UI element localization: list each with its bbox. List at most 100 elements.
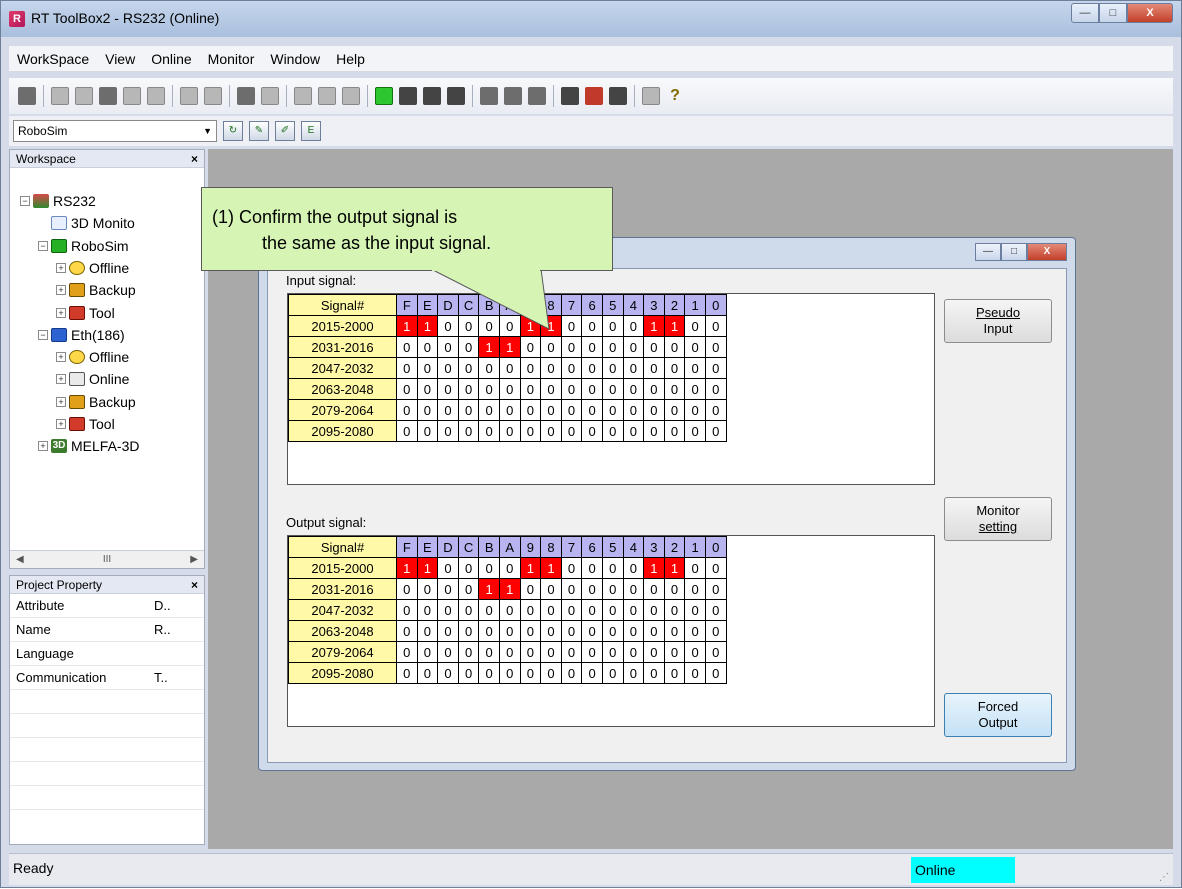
signal-bit-cell[interactable]: 0 [622, 557, 645, 579]
signal-bit-cell[interactable]: 0 [622, 357, 645, 379]
signal-bit-cell[interactable]: 0 [560, 315, 583, 337]
tree-item[interactable]: − RS232 [20, 190, 96, 212]
program-icon[interactable] [237, 87, 255, 105]
refresh-icon[interactable]: ↻ [223, 121, 243, 141]
scroll-thumb[interactable]: III [103, 554, 111, 565]
signal-bit-cell[interactable]: 0 [581, 662, 603, 684]
signal-bit-cell[interactable]: 0 [437, 662, 459, 684]
check-icon[interactable] [294, 87, 312, 105]
signal-bit-cell[interactable]: 0 [437, 315, 459, 337]
signal-bit-cell[interactable]: 0 [540, 578, 562, 600]
signal-bit-cell[interactable]: 1 [519, 315, 542, 337]
expand-toggle-icon[interactable]: + [56, 285, 66, 296]
signal-bit-cell[interactable]: 0 [519, 336, 542, 358]
signal-bit-cell[interactable]: 0 [540, 662, 562, 684]
signal-bit-cell[interactable]: 0 [601, 399, 624, 421]
tools-icon[interactable]: ✐ [275, 121, 295, 141]
signal-bit-cell[interactable]: 0 [478, 399, 500, 421]
signal-bit-cell[interactable]: 0 [416, 420, 439, 442]
signal-bit-cell[interactable]: 0 [457, 336, 480, 358]
child-maximize-button[interactable]: □ [1001, 243, 1027, 261]
close-icon[interactable]: × [191, 578, 198, 592]
property-row[interactable]: Name R.. [10, 618, 204, 642]
signal-bit-cell[interactable]: 0 [622, 315, 645, 337]
paste-icon[interactable] [99, 87, 117, 105]
signal-bit-cell[interactable]: 0 [663, 357, 686, 379]
robot-online-icon[interactable] [375, 87, 393, 105]
signal-bit-cell[interactable]: 0 [663, 620, 686, 642]
tree-item[interactable]: + Backup [56, 279, 136, 301]
tree-item[interactable]: +3D MELFA-3D [38, 435, 139, 457]
signal-bit-cell[interactable]: 0 [704, 357, 727, 379]
signal-bit-cell[interactable]: 0 [396, 378, 418, 400]
signal-bit-cell[interactable]: 0 [663, 641, 686, 663]
print-icon[interactable] [642, 87, 660, 105]
menu-monitor[interactable]: Monitor [200, 51, 263, 67]
signal-bit-cell[interactable]: 0 [560, 399, 583, 421]
signal-bit-cell[interactable]: 0 [704, 641, 727, 663]
signal-bit-cell[interactable]: 0 [601, 599, 624, 621]
servo-icon[interactable] [561, 87, 579, 105]
signal-bit-cell[interactable]: 0 [560, 357, 583, 379]
tree-item[interactable]: + Tool [56, 413, 115, 435]
menu-view[interactable]: View [97, 51, 143, 67]
help-icon[interactable]: ? [666, 87, 684, 105]
signal-bit-cell[interactable]: 0 [478, 357, 500, 379]
signal-bit-cell[interactable]: 0 [457, 315, 480, 337]
signal-bit-cell[interactable]: 0 [478, 641, 500, 663]
maintenance-icon[interactable] [423, 87, 441, 105]
signal-bit-cell[interactable]: 0 [396, 620, 418, 642]
expand-toggle-icon[interactable]: − [38, 329, 48, 340]
minimize-button[interactable]: — [1071, 3, 1099, 23]
signal-bit-cell[interactable]: 1 [540, 557, 562, 579]
signal-bit-cell[interactable]: 0 [396, 578, 418, 600]
signal-bit-cell[interactable]: 0 [519, 599, 542, 621]
tree-item[interactable]: + Online [56, 368, 129, 390]
document-icon[interactable] [123, 87, 141, 105]
signal-bit-cell[interactable]: 0 [704, 399, 727, 421]
robot-select[interactable]: RoboSim ▼ [13, 120, 217, 142]
signal-bit-cell[interactable]: 0 [601, 378, 624, 400]
signal-bit-cell[interactable]: 0 [581, 578, 603, 600]
chevron-down-icon[interactable]: ▼ [203, 126, 212, 136]
signal-bit-cell[interactable]: 0 [643, 578, 665, 600]
signal-bit-cell[interactable]: 0 [396, 420, 418, 442]
expand-toggle-icon[interactable]: + [56, 419, 66, 429]
tree-item[interactable]: + Tool [56, 302, 115, 324]
signal-bit-cell[interactable]: 0 [416, 662, 439, 684]
signal-bit-cell[interactable]: 0 [416, 578, 439, 600]
scroll-right-icon[interactable]: ▶ [190, 554, 198, 565]
signal-bit-cell[interactable]: 1 [498, 336, 521, 358]
signal-bit-cell[interactable]: 0 [622, 336, 645, 358]
signal-bit-cell[interactable]: 0 [437, 336, 459, 358]
signal-bit-cell[interactable]: 1 [540, 315, 562, 337]
expand-toggle-icon[interactable]: + [56, 352, 66, 363]
signal-bit-cell[interactable]: 0 [663, 420, 686, 442]
signal-bit-cell[interactable]: 0 [478, 315, 500, 337]
signal-bit-cell[interactable]: 0 [560, 420, 583, 442]
signal-bit-cell[interactable]: 1 [663, 315, 686, 337]
signal-bit-cell[interactable]: 0 [519, 378, 542, 400]
signal-bit-cell[interactable]: 0 [437, 357, 459, 379]
emergency-icon[interactable] [585, 87, 603, 105]
signal-bit-cell[interactable]: 0 [684, 420, 706, 442]
signal-bit-cell[interactable]: 0 [437, 399, 459, 421]
signal-bit-cell[interactable]: 0 [560, 578, 583, 600]
signal-bit-cell[interactable]: 0 [396, 336, 418, 358]
signal-bit-cell[interactable]: 0 [601, 578, 624, 600]
signal-bit-cell[interactable]: 0 [498, 557, 521, 579]
signal-bit-cell[interactable]: 0 [684, 315, 706, 337]
reset-icon[interactable] [609, 87, 627, 105]
signal-bit-cell[interactable]: 0 [601, 336, 624, 358]
signal-bit-cell[interactable]: 0 [601, 357, 624, 379]
signal-bit-cell[interactable]: 0 [457, 578, 480, 600]
signal-bit-cell[interactable]: 0 [540, 420, 562, 442]
param-icon[interactable] [342, 87, 360, 105]
signal-bit-cell[interactable]: 0 [478, 620, 500, 642]
signal-bit-cell[interactable]: 0 [498, 620, 521, 642]
debug-icon[interactable] [447, 87, 465, 105]
tree-item[interactable]: + Offline [56, 257, 129, 279]
signal-bit-cell[interactable]: 0 [519, 399, 542, 421]
signal-bit-cell[interactable]: 0 [581, 641, 603, 663]
signal-bit-cell[interactable]: 0 [581, 315, 603, 337]
